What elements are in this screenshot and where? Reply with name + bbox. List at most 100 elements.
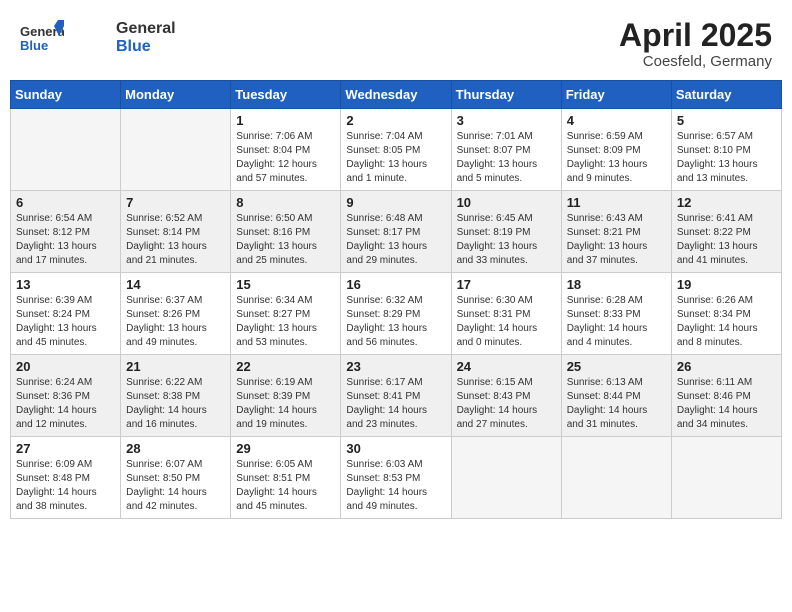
calendar-day-cell: 7Sunrise: 6:52 AMSunset: 8:14 PMDaylight… xyxy=(121,191,231,273)
calendar-day-cell xyxy=(561,437,671,519)
day-number: 2 xyxy=(346,113,445,128)
calendar-day-cell: 17 Sunrise: 6:30 AMSunset: 8:31 PMDayligh… xyxy=(451,273,561,355)
calendar-table: SundayMondayTuesdayWednesdayThursdayFrid… xyxy=(10,80,782,519)
calendar-day-cell: 1Sunrise: 7:06 AMSunset: 8:04 PMDaylight… xyxy=(231,109,341,191)
day-number: 20 xyxy=(16,359,115,374)
calendar-day-cell: 28 Sunrise: 6:07 AMSunset: 8:50 PMDayligh… xyxy=(121,437,231,519)
day-number: 22 xyxy=(236,359,335,374)
calendar-day-cell: 10 Sunrise: 6:45 AMSunset: 8:19 PMDayligh… xyxy=(451,191,561,273)
calendar-week-row: 6Sunrise: 6:54 AMSunset: 8:12 PMDaylight… xyxy=(11,191,782,273)
svg-text:Blue: Blue xyxy=(20,38,48,53)
calendar-week-row: 27 Sunrise: 6:09 AMSunset: 8:48 PMDayligh… xyxy=(11,437,782,519)
calendar-day-cell: 5Sunrise: 6:57 AMSunset: 8:10 PMDaylight… xyxy=(671,109,781,191)
logo-blue-text: Blue xyxy=(116,38,151,55)
calendar-day-cell: 14 Sunrise: 6:37 AMSunset: 8:26 PMDayligh… xyxy=(121,273,231,355)
day-number: 13 xyxy=(16,277,115,292)
day-info: Sunrise: 6:13 AMSunset: 8:44 PMDaylight:… xyxy=(567,376,666,432)
calendar-day-cell: 30 Sunrise: 6:03 AMSunset: 8:53 PMDayligh… xyxy=(341,437,451,519)
day-number: 29 xyxy=(236,441,335,456)
day-info: Sunrise: 6:19 AMSunset: 8:39 PMDaylight:… xyxy=(236,376,335,432)
day-info: Sunrise: 6:22 AMSunset: 8:38 PMDaylight:… xyxy=(126,376,225,432)
calendar-day-cell: 18 Sunrise: 6:28 AMSunset: 8:33 PMDayligh… xyxy=(561,273,671,355)
calendar-day-cell: 21 Sunrise: 6:22 AMSunset: 8:38 PMDayligh… xyxy=(121,355,231,437)
calendar-day-cell: 22 Sunrise: 6:19 AMSunset: 8:39 PMDayligh… xyxy=(231,355,341,437)
calendar-day-cell xyxy=(11,109,121,191)
calendar-week-row: 13 Sunrise: 6:39 AMSunset: 8:24 PMDayligh… xyxy=(11,273,782,355)
day-number: 7 xyxy=(126,195,225,210)
day-info: Sunrise: 6:41 AMSunset: 8:22 PMDaylight:… xyxy=(677,212,776,268)
weekday-header-sunday: Sunday xyxy=(11,81,121,109)
logo-general-text: General xyxy=(116,20,176,37)
day-number: 28 xyxy=(126,441,225,456)
day-info: Sunrise: 6:50 AMSunset: 8:16 PMDaylight:… xyxy=(236,212,335,268)
day-number: 9 xyxy=(346,195,445,210)
day-number: 15 xyxy=(236,277,335,292)
day-number: 21 xyxy=(126,359,225,374)
calendar-week-row: 1Sunrise: 7:06 AMSunset: 8:04 PMDaylight… xyxy=(11,109,782,191)
day-number: 10 xyxy=(457,195,556,210)
day-number: 30 xyxy=(346,441,445,456)
day-info: Sunrise: 7:01 AMSunset: 8:07 PMDaylight:… xyxy=(457,130,556,186)
calendar-day-cell xyxy=(671,437,781,519)
weekday-header-thursday: Thursday xyxy=(451,81,561,109)
weekday-header-wednesday: Wednesday xyxy=(341,81,451,109)
logo: General Blue General Blue xyxy=(20,18,176,58)
calendar-day-cell xyxy=(451,437,561,519)
day-info: Sunrise: 6:43 AMSunset: 8:21 PMDaylight:… xyxy=(567,212,666,268)
calendar-day-cell: 27 Sunrise: 6:09 AMSunset: 8:48 PMDayligh… xyxy=(11,437,121,519)
day-info: Sunrise: 6:11 AMSunset: 8:46 PMDaylight:… xyxy=(677,376,776,432)
day-info: Sunrise: 6:09 AMSunset: 8:48 PMDaylight:… xyxy=(16,458,115,514)
day-info: Sunrise: 6:32 AMSunset: 8:29 PMDaylight:… xyxy=(346,294,445,350)
day-number: 11 xyxy=(567,195,666,210)
day-info: Sunrise: 6:39 AMSunset: 8:24 PMDaylight:… xyxy=(16,294,115,350)
calendar-day-cell: 15 Sunrise: 6:34 AMSunset: 8:27 PMDayligh… xyxy=(231,273,341,355)
day-info: Sunrise: 6:15 AMSunset: 8:43 PMDaylight:… xyxy=(457,376,556,432)
day-number: 12 xyxy=(677,195,776,210)
month-title: April 2025 xyxy=(619,18,772,53)
day-number: 14 xyxy=(126,277,225,292)
day-info: Sunrise: 6:59 AMSunset: 8:09 PMDaylight:… xyxy=(567,130,666,186)
day-number: 3 xyxy=(457,113,556,128)
calendar-day-cell xyxy=(121,109,231,191)
calendar-day-cell: 12 Sunrise: 6:41 AMSunset: 8:22 PMDayligh… xyxy=(671,191,781,273)
day-info: Sunrise: 6:48 AMSunset: 8:17 PMDaylight:… xyxy=(346,212,445,268)
day-info: Sunrise: 6:26 AMSunset: 8:34 PMDaylight:… xyxy=(677,294,776,350)
day-info: Sunrise: 6:28 AMSunset: 8:33 PMDaylight:… xyxy=(567,294,666,350)
calendar-day-cell: 25 Sunrise: 6:13 AMSunset: 8:44 PMDayligh… xyxy=(561,355,671,437)
day-number: 24 xyxy=(457,359,556,374)
day-number: 16 xyxy=(346,277,445,292)
calendar-day-cell: 3 Sunrise: 7:01 AMSunset: 8:07 PMDaylight… xyxy=(451,109,561,191)
calendar-header-row: SundayMondayTuesdayWednesdayThursdayFrid… xyxy=(11,81,782,109)
calendar-day-cell: 24 Sunrise: 6:15 AMSunset: 8:43 PMDayligh… xyxy=(451,355,561,437)
logo-icon: General Blue xyxy=(20,18,64,58)
day-number: 17 xyxy=(457,277,556,292)
calendar-week-row: 20Sunrise: 6:24 AMSunset: 8:36 PMDayligh… xyxy=(11,355,782,437)
calendar-day-cell: 11 Sunrise: 6:43 AMSunset: 8:21 PMDayligh… xyxy=(561,191,671,273)
calendar-day-cell: 8 Sunrise: 6:50 AMSunset: 8:16 PMDaylight… xyxy=(231,191,341,273)
day-info: Sunrise: 7:04 AMSunset: 8:05 PMDaylight:… xyxy=(346,130,445,186)
day-info: Sunrise: 6:34 AMSunset: 8:27 PMDaylight:… xyxy=(236,294,335,350)
day-number: 4 xyxy=(567,113,666,128)
day-info: Sunrise: 6:54 AMSunset: 8:12 PMDaylight:… xyxy=(16,212,115,268)
day-info: Sunrise: 6:37 AMSunset: 8:26 PMDaylight:… xyxy=(126,294,225,350)
page-header: General Blue General Blue April 2025 Coe… xyxy=(10,10,782,76)
day-info: Sunrise: 6:05 AMSunset: 8:51 PMDaylight:… xyxy=(236,458,335,514)
calendar-day-cell: 23Sunrise: 6:17 AMSunset: 8:41 PMDayligh… xyxy=(341,355,451,437)
day-info: Sunrise: 6:03 AMSunset: 8:53 PMDaylight:… xyxy=(346,458,445,514)
calendar-day-cell: 29 Sunrise: 6:05 AMSunset: 8:51 PMDayligh… xyxy=(231,437,341,519)
weekday-header-monday: Monday xyxy=(121,81,231,109)
day-number: 25 xyxy=(567,359,666,374)
calendar-day-cell: 13 Sunrise: 6:39 AMSunset: 8:24 PMDayligh… xyxy=(11,273,121,355)
day-number: 8 xyxy=(236,195,335,210)
day-number: 27 xyxy=(16,441,115,456)
calendar-day-cell: 16 Sunrise: 6:32 AMSunset: 8:29 PMDayligh… xyxy=(341,273,451,355)
day-info: Sunrise: 6:07 AMSunset: 8:50 PMDaylight:… xyxy=(126,458,225,514)
weekday-header-friday: Friday xyxy=(561,81,671,109)
day-number: 18 xyxy=(567,277,666,292)
day-info: Sunrise: 6:45 AMSunset: 8:19 PMDaylight:… xyxy=(457,212,556,268)
day-number: 26 xyxy=(677,359,776,374)
title-block: April 2025 Coesfeld, Germany xyxy=(619,18,772,70)
location-subtitle: Coesfeld, Germany xyxy=(619,53,772,70)
day-info: Sunrise: 6:30 AMSunset: 8:31 PMDaylight:… xyxy=(457,294,556,350)
calendar-day-cell: 20Sunrise: 6:24 AMSunset: 8:36 PMDayligh… xyxy=(11,355,121,437)
